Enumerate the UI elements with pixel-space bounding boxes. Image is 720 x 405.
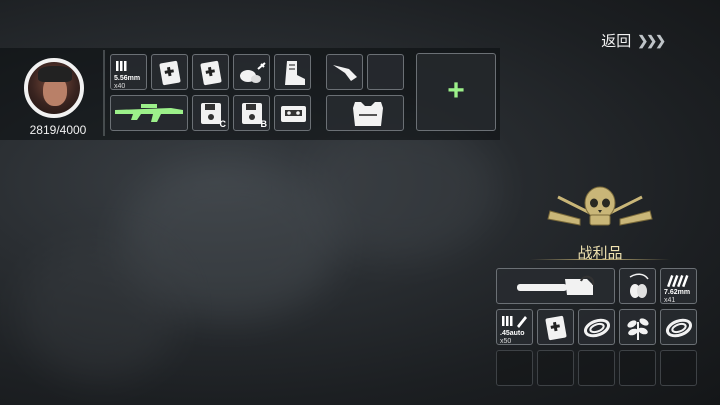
slot-medkit-1[interactable]	[151, 54, 188, 90]
slot-rifle[interactable]	[110, 95, 188, 131]
loot-empty-slot[interactable]	[578, 350, 615, 386]
avatar-hair	[38, 66, 72, 82]
slot-disk-b[interactable]: B	[233, 95, 270, 131]
chevron-right-icon: ❯❯❯	[637, 32, 666, 48]
plus-icon: +	[447, 74, 465, 107]
slot-disk-c[interactable]: C	[192, 95, 229, 131]
herb-bundle-icon	[240, 62, 266, 83]
loot-rope-1[interactable]	[578, 309, 615, 345]
slot-medkit-2[interactable]	[192, 54, 229, 90]
disk-letter: C	[219, 119, 227, 129]
rope-coil-icon	[583, 318, 611, 338]
back-button[interactable]: 返回 ❯❯❯	[601, 30, 666, 51]
loot-empty-slot[interactable]	[496, 350, 533, 386]
loot-rope-2[interactable]	[660, 309, 697, 345]
chainsaw-icon	[517, 275, 595, 295]
medical-book-icon	[200, 60, 222, 86]
slot-ammo-556[interactable]: 5.56mm x40	[110, 54, 147, 90]
background-blur	[20, 240, 180, 380]
slot-boots[interactable]	[274, 54, 311, 90]
medical-book-icon	[159, 60, 181, 86]
plant-icon	[627, 318, 649, 340]
ammo-caliber: .45auto	[500, 330, 525, 337]
divider	[103, 50, 105, 136]
assault-rifle-icon	[115, 104, 183, 122]
add-slot-button[interactable]: +	[416, 53, 496, 131]
loot-plant[interactable]	[619, 309, 656, 345]
loot-herb-pouch[interactable]	[619, 268, 656, 304]
loot-empty-slot[interactable]	[537, 350, 574, 386]
cassette-tape-icon	[281, 106, 306, 122]
ammo-count: x50	[500, 338, 512, 345]
body-armor-vest-icon	[353, 102, 383, 126]
flashlight-icon	[333, 65, 357, 81]
player-avatar[interactable]	[24, 58, 84, 118]
slot-empty-tool[interactable]	[367, 54, 404, 90]
loot-empty-slot[interactable]	[660, 350, 697, 386]
ammo-caliber: 5.56mm	[114, 75, 141, 82]
background-blur	[300, 120, 500, 260]
loot-empty-slot[interactable]	[619, 350, 656, 386]
ammo-count: x40	[114, 83, 126, 90]
loot-medkit[interactable]	[537, 309, 574, 345]
herb-pouch-icon	[629, 273, 649, 298]
loot-chainsaw[interactable]	[496, 268, 615, 304]
loot-ammo-45[interactable]: .45auto x50	[496, 309, 533, 345]
boot-icon	[285, 61, 305, 85]
rope-coil-icon	[665, 318, 693, 338]
loot-ammo-762[interactable]: 7.62mm x41	[660, 268, 697, 304]
loot-underline	[530, 259, 670, 260]
ammo-count: x41	[664, 297, 676, 304]
slot-flashlight[interactable]	[326, 54, 363, 90]
skull-emblem-icon	[547, 186, 653, 226]
back-label: 返回	[601, 33, 632, 50]
slot-herbs[interactable]	[233, 54, 270, 90]
ammo-caliber: 7.62mm	[664, 289, 691, 296]
xp-counter: 2819/4000	[29, 123, 87, 137]
slot-body-armor[interactable]	[326, 95, 404, 131]
medical-book-icon	[545, 315, 567, 341]
disk-letter: B	[260, 119, 268, 129]
slot-cassette[interactable]	[274, 95, 311, 131]
